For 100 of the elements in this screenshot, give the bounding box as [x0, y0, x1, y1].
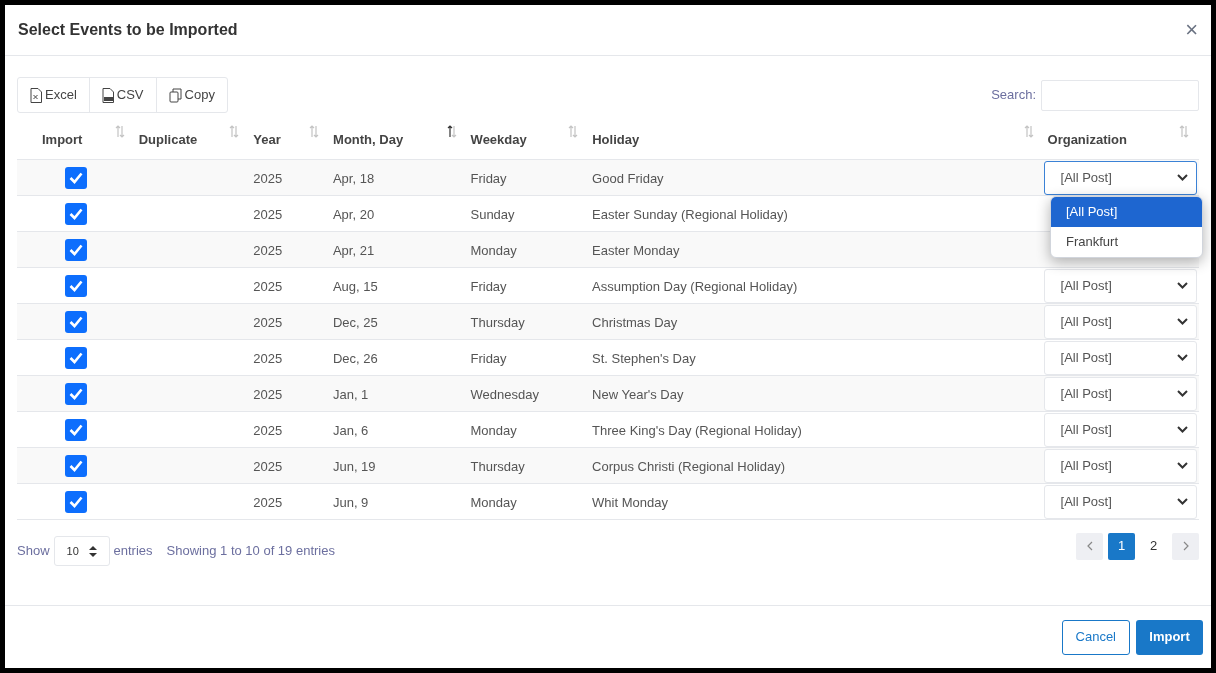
cancel-button[interactable]: Cancel — [1061, 619, 1130, 655]
organization-select[interactable]: [All Post] — [1043, 304, 1197, 339]
column-header[interactable]: Import — [42, 130, 115, 150]
date-cell: Dec, 26 — [332, 350, 378, 366]
holiday-cell: Whit Monday — [592, 494, 668, 510]
weekday-cell: Thursday — [470, 314, 525, 330]
year-cell: 2025 — [253, 206, 283, 222]
check-icon — [68, 495, 83, 508]
dialog-title: Select Events to be Imported — [18, 20, 238, 40]
check-icon — [68, 459, 83, 472]
weekday-cell: Friday — [470, 278, 507, 294]
holiday-cell: Assumption Day (Regional Holiday) — [592, 278, 798, 294]
export-button[interactable]: Excel — [18, 78, 89, 112]
entries-select[interactable]: 10 — [53, 536, 110, 566]
import-checkbox[interactable] — [64, 310, 87, 333]
column-header[interactable]: Organization — [1047, 130, 1179, 150]
excel-file-icon — [30, 87, 42, 103]
holiday-cell: Christmas Day — [592, 314, 678, 330]
year-cell: 2025 — [253, 242, 283, 258]
chevron-down-icon — [1176, 354, 1188, 361]
csv-file-icon — [101, 87, 114, 103]
search-field[interactable] — [1041, 79, 1199, 111]
year-cell: 2025 — [253, 422, 283, 438]
weekday-cell: Thursday — [470, 458, 525, 474]
chevron-down-icon — [1176, 390, 1188, 397]
organization-select[interactable]: [All Post] — [1043, 484, 1197, 519]
organization-select[interactable]: [All Post] — [1043, 340, 1197, 375]
check-icon — [68, 351, 83, 364]
table-info: Showing 1 to 10 of 19 entries — [166, 542, 335, 561]
search-label: Search: — [991, 86, 1036, 105]
entries-label: entries — [113, 542, 153, 561]
weekday-cell: Monday — [470, 242, 517, 258]
organization-select[interactable]: [All Post] — [1043, 412, 1197, 447]
column-header[interactable]: Weekday — [470, 130, 569, 150]
up-down-icon — [88, 545, 97, 557]
import-checkbox[interactable] — [64, 454, 87, 477]
check-icon — [68, 243, 83, 256]
year-cell: 2025 — [253, 170, 283, 186]
organization-select[interactable]: [All Post] — [1043, 448, 1197, 483]
check-icon — [68, 387, 83, 400]
organization-select[interactable]: [All Post] — [1043, 376, 1197, 411]
import-checkbox[interactable] — [64, 202, 87, 225]
check-icon — [68, 423, 83, 436]
chevron-down-icon — [1176, 498, 1188, 505]
import-checkbox[interactable] — [64, 382, 87, 405]
date-cell: Dec, 25 — [332, 314, 378, 330]
weekday-cell: Monday — [470, 494, 517, 510]
year-cell: 2025 — [253, 458, 283, 474]
chevron-down-icon — [1176, 282, 1188, 289]
import-checkbox[interactable] — [64, 418, 87, 441]
year-cell: 2025 — [253, 314, 283, 330]
organization-select[interactable]: [All Post] — [1043, 268, 1197, 303]
date-cell: Jan, 1 — [332, 386, 369, 402]
year-cell: 2025 — [253, 278, 283, 294]
column-header[interactable]: Year — [253, 130, 310, 150]
weekday-cell: Monday — [470, 422, 517, 438]
chevron-down-icon — [1176, 426, 1188, 433]
year-cell: 2025 — [253, 494, 283, 510]
import-button[interactable]: Import — [1136, 619, 1203, 655]
copy-icon — [168, 87, 182, 103]
weekday-cell: Friday — [470, 350, 507, 366]
holiday-cell: St. Stephen's Day — [592, 350, 696, 366]
holiday-cell: Easter Sunday (Regional Holiday) — [592, 206, 788, 222]
check-icon — [68, 171, 83, 184]
import-checkbox[interactable] — [64, 166, 87, 189]
export-button[interactable]: Copy — [155, 78, 227, 112]
column-header[interactable]: Duplicate — [138, 130, 230, 150]
page-button[interactable]: 2 — [1140, 532, 1167, 560]
chevron-down-icon — [1176, 174, 1188, 181]
date-cell: Apr, 20 — [332, 206, 375, 222]
check-icon — [68, 207, 83, 220]
import-checkbox[interactable] — [64, 274, 87, 297]
column-header[interactable]: Month, Day — [333, 130, 447, 150]
import-checkbox[interactable] — [64, 346, 87, 369]
date-cell: Apr, 21 — [332, 242, 375, 258]
date-cell: Jan, 6 — [332, 422, 369, 438]
holiday-cell: Good Friday — [592, 170, 664, 186]
holiday-cell: Three King's Day (Regional Holiday) — [592, 422, 802, 438]
holiday-cell: New Year's Day — [592, 386, 684, 402]
column-header[interactable]: Holiday — [592, 130, 1024, 150]
close-button[interactable]: × — [1185, 19, 1198, 41]
import-checkbox[interactable] — [64, 238, 87, 261]
dropdown-option[interactable]: Frankfurt — [1051, 227, 1202, 257]
export-button[interactable]: CSV — [88, 78, 156, 112]
show-label: Show — [17, 542, 50, 561]
weekday-cell: Wednesday — [470, 386, 539, 402]
page-button[interactable]: 1 — [1108, 532, 1135, 560]
chevron-left-icon — [1086, 541, 1093, 551]
date-cell: Aug, 15 — [332, 278, 378, 294]
weekday-cell: Friday — [470, 170, 507, 186]
dropdown-option[interactable]: [All Post] — [1051, 197, 1202, 227]
year-cell: 2025 — [253, 350, 283, 366]
holiday-cell: Easter Monday — [592, 242, 680, 258]
date-cell: Jun, 9 — [332, 494, 369, 510]
import-checkbox[interactable] — [64, 490, 87, 513]
organization-select[interactable]: [All Post] — [1043, 160, 1197, 195]
chevron-down-icon — [1176, 462, 1188, 469]
chevron-right-icon — [1182, 541, 1189, 551]
check-icon — [68, 315, 83, 328]
holiday-cell: Corpus Christi (Regional Holiday) — [592, 458, 785, 474]
